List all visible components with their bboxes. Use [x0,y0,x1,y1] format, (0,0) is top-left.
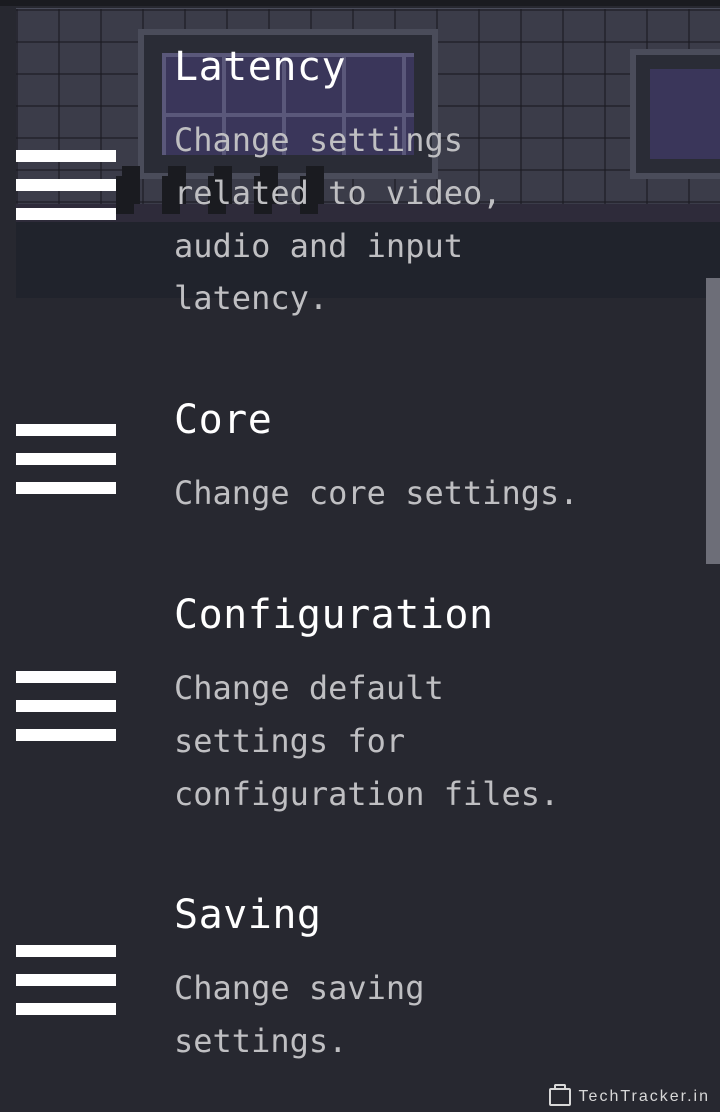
settings-menu: Latency Change settings related to video… [0,0,720,1112]
menu-lines-icon [16,671,116,741]
menu-item-desc: Change saving settings. [174,962,614,1068]
watermark-text: TechTracker.in [579,1088,710,1106]
watermark-icon [549,1088,571,1106]
menu-item-latency[interactable]: Latency Change settings related to video… [0,8,720,361]
menu-lines-icon [16,424,116,494]
menu-item-core[interactable]: Core Change core settings. [0,361,720,556]
menu-item-desc: Change default settings for configuratio… [174,662,614,820]
menu-lines-icon [16,945,116,1015]
menu-item-text: Configuration Change default settings fo… [174,592,700,820]
menu-item-configuration[interactable]: Configuration Change default settings fo… [0,556,720,856]
menu-item-desc: Change settings related to video, audio … [174,114,614,325]
menu-item-text: Saving Change saving settings. [174,892,700,1068]
menu-item-saving[interactable]: Saving Change saving settings. [0,856,720,1104]
menu-item-title: Saving [174,892,700,938]
menu-item-title: Core [174,397,700,443]
scrollbar-thumb[interactable] [706,278,720,564]
menu-item-text: Latency Change settings related to video… [174,44,700,325]
menu-lines-icon [16,150,116,220]
menu-item-text: Core Change core settings. [174,397,700,520]
watermark: TechTracker.in [549,1088,710,1106]
menu-item-title: Configuration [174,592,700,638]
menu-item-title: Latency [174,44,700,90]
menu-item-desc: Change core settings. [174,467,614,520]
